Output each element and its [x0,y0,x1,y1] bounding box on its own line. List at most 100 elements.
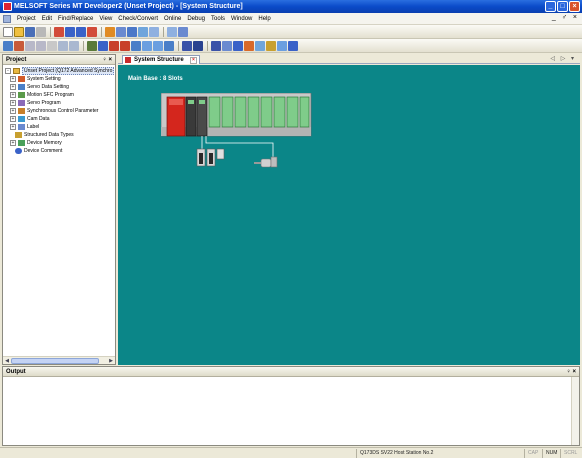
digital-oscilloscope-icon[interactable] [266,40,276,51]
monitor-icon[interactable] [87,26,97,37]
tree-item-cam-data[interactable]: + Cam Data [5,115,115,123]
cross-reference-icon[interactable] [131,40,141,51]
scroll-right-icon[interactable]: ▶ [108,358,114,364]
jump-icon[interactable] [109,40,119,51]
io-slot-module[interactable] [273,96,286,128]
device-comment-icon [15,148,22,154]
check-icon[interactable] [193,40,203,51]
comment-icon[interactable] [153,40,163,51]
expand-icon[interactable]: + [10,84,16,90]
program-editor-icon[interactable] [127,26,137,37]
tab-navigation-controls[interactable]: ◁ ▷ ▾ [550,55,576,62]
test-mode-icon[interactable] [233,40,243,51]
error-list-icon[interactable] [244,40,254,51]
new-project-icon[interactable] [3,26,13,37]
redo-icon[interactable] [69,40,79,51]
menu-tools[interactable]: Tools [208,16,228,22]
expand-icon[interactable]: + [10,92,16,98]
menu-view[interactable]: View [96,16,115,22]
delete-icon[interactable] [14,40,24,51]
menu-find-replace[interactable]: Find/Replace [55,16,96,22]
menu-check-convert[interactable]: Check/Convert [115,16,161,22]
expand-icon[interactable]: + [10,76,16,82]
expand-icon[interactable]: + [10,116,16,122]
panel-pin-close-controls[interactable]: ♀ × [102,57,112,63]
cut-icon[interactable] [3,40,13,51]
expand-icon[interactable]: + [10,108,16,114]
scrollbar-thumb[interactable] [11,358,99,364]
tree-item-synchronous-control-parameter[interactable]: + Synchronous Control Parameter [5,107,115,115]
menu-edit[interactable]: Edit [39,16,55,22]
tree-item-label: Motion SFC Program [27,92,74,98]
project-horizontal-scrollbar[interactable]: ◀ ▶ [3,356,115,364]
replace-icon[interactable] [98,40,108,51]
minimize-button[interactable]: _ [545,1,556,12]
tab-system-structure[interactable]: System Structure × [122,55,200,64]
save-icon[interactable] [25,26,35,37]
tree-item-servo-program[interactable]: + Servo Program [5,99,115,107]
io-slot-module[interactable] [299,96,310,128]
scroll-left-icon[interactable]: ◀ [4,358,10,364]
mdi-window-controls[interactable]: _ ♂ × [552,14,579,21]
encoder-flange [270,156,278,168]
paste-icon[interactable] [36,40,46,51]
expand-icon[interactable]: + [10,124,16,130]
read-plc-icon[interactable] [54,26,64,37]
network-icon[interactable] [149,26,159,37]
open-project-icon[interactable] [14,26,24,37]
collapse-icon[interactable]: - [5,68,11,74]
watch-icon[interactable] [288,40,298,51]
label-icon[interactable] [164,40,174,51]
print-icon[interactable] [36,26,46,37]
tree-item-label: Servo Program [27,100,61,106]
undo-icon[interactable] [58,40,68,51]
online-mode-icon[interactable] [211,40,221,51]
close-button[interactable]: × [569,1,580,12]
io-slot-module[interactable] [221,96,234,128]
menu-help[interactable]: Help [255,16,273,22]
tree-item-system-setting[interactable]: + System Setting [5,75,115,83]
diagnostics-icon[interactable] [222,40,232,51]
system-setting-tool-icon[interactable] [105,26,115,37]
io-slot-module[interactable] [247,96,260,128]
io-slot-module[interactable] [208,96,221,128]
scope-icon[interactable] [255,40,265,51]
io-slot-module[interactable] [286,96,299,128]
tree-item-motion-sfc-program[interactable]: + Motion SFC Program [5,91,115,99]
menu-project[interactable]: Project [14,16,39,22]
tree-item-structured-data-types[interactable]: Structured Data Types [5,131,115,139]
transfer-icon[interactable] [178,26,188,37]
menu-window[interactable]: Window [228,16,255,22]
find-icon[interactable] [87,40,97,51]
tree-item-servo-data-setting[interactable]: + Servo Data Setting [5,83,115,91]
close-tab-icon[interactable]: × [190,56,197,64]
verify-plc-icon[interactable] [76,26,86,37]
system-structure-canvas[interactable]: Main Base : 8 Slots [118,65,580,365]
tree-item-device-comment[interactable]: Device Comment [5,147,115,155]
window-layout-icon[interactable] [138,26,148,37]
list-used-icon[interactable] [142,40,152,51]
parameter-icon[interactable] [182,40,192,51]
document-icon[interactable] [3,14,11,23]
io-slot-module[interactable] [260,96,273,128]
menu-debug[interactable]: Debug [184,16,208,22]
tree-item-project-root[interactable]: - Unset Project (Q172 Advanced Synchro [5,67,115,75]
copy-icon[interactable] [25,40,35,51]
encoder-body[interactable] [260,158,272,168]
write-plc-icon[interactable] [65,26,75,37]
panel-pin-close-controls[interactable]: ♀ × [566,369,576,375]
expand-icon[interactable]: + [10,100,16,106]
tree-item-label[interactable]: + Label [5,123,115,131]
expand-icon[interactable]: + [10,140,16,146]
connection-icon[interactable] [167,26,177,37]
restore-button[interactable]: □ [557,1,568,12]
menu-online[interactable]: Online [161,16,184,22]
tree-item-device-memory[interactable]: + Device Memory [5,139,115,147]
device-search-icon[interactable] [120,40,130,51]
clear-icon[interactable] [47,40,57,51]
servo-setting-tool-icon[interactable] [116,26,126,37]
monitor-window-icon[interactable] [277,40,287,51]
output-vertical-scrollbar[interactable] [571,377,579,445]
io-slot-module[interactable] [234,96,247,128]
interface-unit[interactable] [216,148,225,160]
